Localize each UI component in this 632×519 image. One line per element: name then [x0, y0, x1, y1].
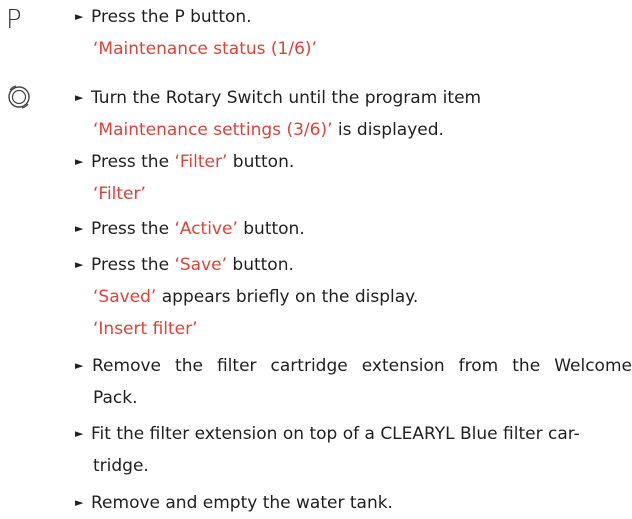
step-4: ► Press the ‘Active’ button. — [75, 219, 305, 239]
bullet-arrow-icon: ► — [75, 359, 84, 372]
display-filter: ‘Filter’ — [93, 184, 146, 204]
display-saved: ‘Saved’ — [93, 287, 157, 307]
bullet-arrow-icon: ► — [75, 91, 84, 104]
step-5-saved-note: ‘Saved’ appears briefly on the display. — [93, 287, 419, 307]
bullet-arrow-icon: ► — [75, 222, 84, 235]
bullet-arrow-icon: ► — [75, 10, 84, 23]
step-5: ► Press the ‘Save’ button. — [75, 255, 294, 275]
rotary-switch-icon — [8, 85, 30, 109]
bullet-arrow-icon: ► — [75, 258, 84, 271]
display-maintenance-settings: ‘Maintenance settings (3/6)’ — [93, 120, 333, 140]
bullet-arrow-icon: ► — [75, 155, 84, 168]
step-3: ► Press the ‘Filter’ button. — [75, 152, 295, 172]
display-insert-filter: ‘Insert filter’ — [93, 319, 198, 339]
step-6-line-1: Remove the filter cartridge extension fr… — [92, 356, 632, 376]
step-6-line-2: Pack. — [93, 388, 138, 408]
step-7-line-2: tridge. — [93, 456, 149, 476]
p-button-icon: P — [6, 5, 22, 35]
step-8: ► Remove and empty the water tank. — [75, 493, 393, 513]
bullet-arrow-icon: ► — [75, 496, 84, 509]
bullet-arrow-icon: ► — [75, 427, 84, 440]
display-maintenance-status: ‘Maintenance status (1/6)’ — [93, 39, 317, 59]
step-2: ► Turn the Rotary Switch until the progra… — [75, 88, 482, 108]
step-6: ► — [75, 355, 91, 379]
step-2-continued: ‘Maintenance settings (3/6)’ is displaye… — [93, 120, 444, 140]
step-1: ► Press the P button. — [75, 7, 252, 27]
step-7: ► Fit the filter extension on top of a CL… — [75, 424, 580, 444]
